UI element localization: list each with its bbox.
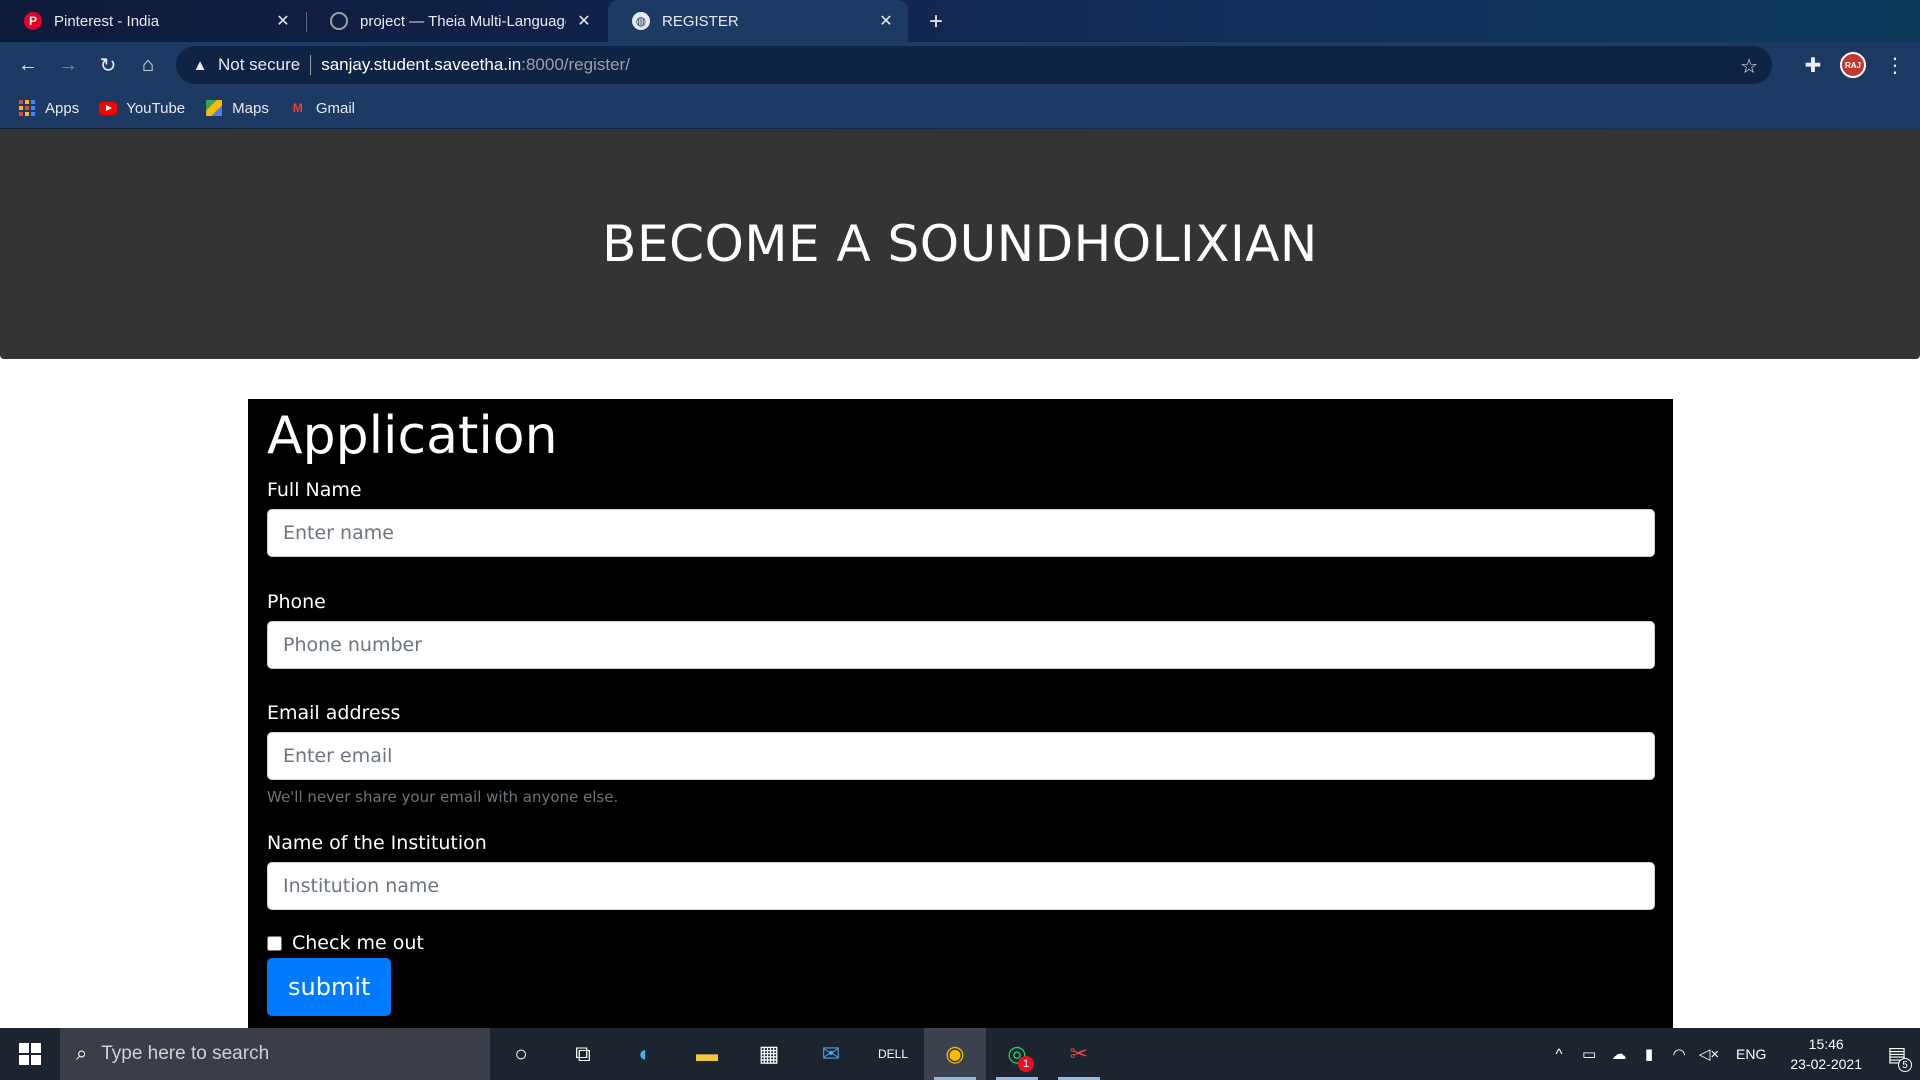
notification-count: 5 [1898, 1058, 1912, 1072]
bookmark-gmail[interactable]: M Gmail [289, 99, 355, 117]
whatsapp-icon[interactable]: ◎ 1 [986, 1028, 1048, 1080]
globe-icon [330, 12, 348, 30]
dell-icon[interactable]: DELL [862, 1028, 924, 1080]
tab-title: REGISTER [662, 12, 739, 30]
tab-theia[interactable]: project — Theia Multi-Language ✕ [306, 0, 606, 42]
tab-pinterest[interactable]: P Pinterest - India ✕ [0, 0, 305, 42]
whatsapp-badge: 1 [1018, 1056, 1034, 1072]
reload-icon[interactable]: ↻ [94, 51, 122, 79]
show-hidden-icons-chevron-icon[interactable]: ^ [1544, 1046, 1574, 1063]
clock-time: 15:46 [1808, 1036, 1844, 1052]
check-me-out-row: Check me out [267, 932, 1654, 954]
institution-input[interactable] [267, 862, 1655, 910]
input-language[interactable]: ENG [1736, 1046, 1766, 1062]
tab-register[interactable]: ◍ REGISTER ✕ [608, 0, 908, 42]
close-icon[interactable]: ✕ [574, 11, 594, 31]
warning-icon[interactable]: ▲ [190, 55, 210, 75]
bookmark-star-icon[interactable]: ☆ [1740, 54, 1758, 79]
mail-icon[interactable]: ✉ [800, 1028, 862, 1080]
tab-title: Pinterest - India [54, 12, 160, 30]
browser-chrome: P Pinterest - India ✕ project — Theia Mu… [0, 0, 1920, 129]
close-icon[interactable]: ✕ [273, 11, 293, 31]
maps-icon [205, 99, 223, 117]
application-form: Application Full Name Phone Email addres… [248, 399, 1673, 1028]
clock-date: 23-02-2021 [1790, 1056, 1862, 1072]
browser-toolbar: ← → ↻ ⌂ ▲ Not secure sanjay.student.save… [0, 42, 1920, 88]
form-heading: Application [267, 406, 558, 466]
forward-icon[interactable]: → [54, 51, 82, 79]
tab-strip: P Pinterest - India ✕ project — Theia Mu… [0, 0, 1920, 42]
new-tab-button[interactable]: + [922, 8, 950, 36]
address-bar[interactable]: ▲ Not secure sanjay.student.saveetha.in:… [176, 46, 1772, 84]
edge-icon[interactable]: ◐ [614, 1028, 676, 1080]
hero-banner: BECOME A SOUNDHOLIXIAN [0, 129, 1920, 359]
windows-taskbar: ⌕ Type here to search ○ ⧉ ◐ ▬ ▦ ✉ DELL ◉… [0, 1028, 1920, 1080]
start-button[interactable] [0, 1028, 60, 1080]
bookmark-youtube[interactable]: YouTube [99, 99, 185, 117]
chrome-icon[interactable]: ◉ [924, 1028, 986, 1080]
profile-avatar[interactable]: RAJ [1840, 52, 1866, 78]
bookmark-apps[interactable]: Apps [18, 99, 79, 117]
youtube-icon [99, 99, 118, 117]
onedrive-cloud-icon[interactable]: ☁ [1604, 1045, 1634, 1063]
checkbox-label[interactable]: Check me out [292, 932, 424, 954]
cortana-icon[interactable]: ○ [490, 1028, 552, 1080]
snipping-tool-icon[interactable]: ✂ [1048, 1028, 1110, 1080]
bookmark-maps[interactable]: Maps [205, 99, 269, 117]
gmail-icon: M [292, 101, 303, 115]
bookmark-label: Gmail [315, 99, 356, 117]
home-icon[interactable]: ⌂ [134, 51, 162, 79]
page-viewport: BECOME A SOUNDHOLIXIAN Application Full … [0, 129, 1920, 1028]
divider [310, 55, 312, 75]
email-input[interactable] [267, 732, 1655, 780]
url-host: sanjay.student.saveetha.in [321, 55, 522, 74]
volume-muted-icon[interactable]: ◁× [1694, 1045, 1724, 1063]
bookmark-label: Maps [232, 99, 269, 117]
check-me-out-checkbox[interactable] [267, 935, 282, 951]
search-placeholder: Type here to search [101, 1043, 270, 1064]
tab-title: project — Theia Multi-Language [360, 12, 566, 30]
meet-now-icon[interactable]: ▭ [1574, 1045, 1604, 1063]
bookmarks-bar: Apps YouTube Maps M Gmail [0, 88, 1920, 128]
action-center-icon[interactable]: ▤ 5 [1874, 1028, 1920, 1080]
battery-icon[interactable]: ▮ [1634, 1045, 1664, 1063]
url-path: :8000/register/ [521, 55, 630, 74]
bookmark-label: Apps [45, 99, 80, 117]
wifi-icon[interactable]: ◠ [1664, 1045, 1694, 1063]
hero-title: BECOME A SOUNDHOLIXIAN [602, 215, 1318, 273]
email-label: Email address [267, 702, 401, 724]
bookmark-label: YouTube [126, 99, 186, 117]
email-help-text: We'll never share your email with anyone… [267, 788, 619, 806]
submit-button[interactable]: submit [267, 958, 392, 1016]
full-name-label: Full Name [267, 479, 362, 501]
file-explorer-icon[interactable]: ▬ [676, 1028, 738, 1080]
security-label[interactable]: Not secure [218, 55, 300, 75]
back-icon[interactable]: ← [14, 51, 42, 79]
pinterest-icon: P [24, 12, 42, 30]
system-tray: ^ ▭ ☁ ▮ ◠ ◁× ENG 15:46 23-02-2021 ▤ 5 [1544, 1028, 1920, 1080]
task-view-icon[interactable]: ⧉ [552, 1028, 614, 1080]
taskbar-search-box[interactable]: ⌕ Type here to search [60, 1028, 490, 1080]
apps-grid-icon [18, 99, 36, 117]
close-icon[interactable]: ✕ [876, 11, 896, 31]
globe-icon: ◍ [632, 12, 650, 30]
phone-label: Phone [267, 591, 326, 613]
extensions-puzzle-icon[interactable]: ✚ [1800, 52, 1826, 78]
microsoft-store-icon[interactable]: ▦ [738, 1028, 800, 1080]
menu-kebab-icon[interactable]: ⋮ [1882, 52, 1908, 78]
phone-input[interactable] [267, 621, 1655, 669]
search-icon: ⌕ [76, 1042, 88, 1065]
taskbar-clock[interactable]: 15:46 23-02-2021 [1790, 1034, 1862, 1074]
full-name-input[interactable] [267, 509, 1655, 557]
institution-label: Name of the Institution [267, 832, 487, 854]
windows-logo-icon [19, 1043, 41, 1065]
